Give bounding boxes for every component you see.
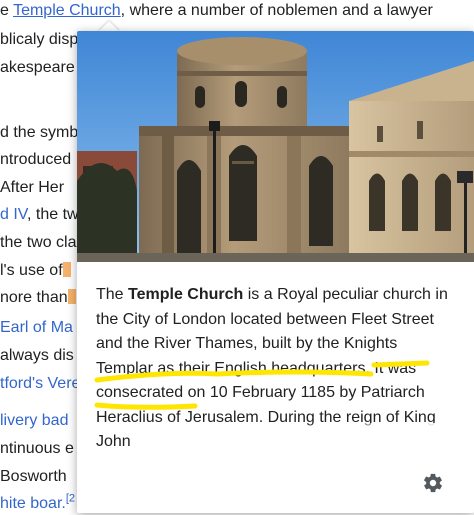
article-line: akespeare xyxy=(0,59,75,76)
article-link[interactable]: tford's Vere xyxy=(0,375,80,392)
settings-button[interactable] xyxy=(422,472,444,494)
article-text: l's use of xyxy=(0,262,63,279)
page-preview-popup[interactable]: The Temple Church is a Royal peculiar ch… xyxy=(77,31,474,513)
article-text: nore than xyxy=(0,289,68,306)
article-text: , the tw xyxy=(27,206,79,223)
gear-icon xyxy=(424,473,442,493)
article-link[interactable]: d IV xyxy=(0,206,27,223)
article-line: l's use of xyxy=(0,260,71,282)
extract-title: Temple Church xyxy=(128,286,244,303)
temple-church-image xyxy=(77,31,474,262)
extract-text: The xyxy=(96,286,129,303)
article-line: e Temple Church, where a number of noble… xyxy=(0,0,433,22)
article-line: d the symb xyxy=(0,124,79,141)
article-line: hite boar.[2 xyxy=(0,493,75,515)
article-line: d IV, the tw xyxy=(0,204,79,226)
article-image-fragment xyxy=(62,262,71,277)
article-line: Bosworth xyxy=(0,468,67,485)
article-line: After Her xyxy=(0,179,65,196)
extract-fade xyxy=(77,423,474,457)
article-line: always dis xyxy=(0,347,74,364)
article-line: the two cla xyxy=(0,234,77,251)
article-line: Earl of Ma xyxy=(0,317,73,339)
citation-link[interactable]: [2 xyxy=(66,493,75,505)
article-text: , where a number of noblemen and a lawye… xyxy=(120,2,433,19)
temple-church-link[interactable]: Temple Church xyxy=(13,2,121,19)
preview-thumbnail[interactable] xyxy=(77,31,474,262)
article-image-fragment xyxy=(67,289,76,304)
article-line: ntinuous e xyxy=(0,440,74,457)
article-line: blicaly disp xyxy=(0,31,79,48)
article-link[interactable]: hite boar. xyxy=(0,495,66,512)
article-link[interactable]: Earl of Ma xyxy=(0,319,73,336)
article-link[interactable]: livery bad xyxy=(0,412,68,429)
article-line: ntroduced xyxy=(0,151,72,168)
article-line: livery bad xyxy=(0,410,68,432)
article-line: nore than xyxy=(0,287,76,309)
article-line: tford's Vere xyxy=(0,373,80,395)
article-text: e xyxy=(0,2,14,19)
